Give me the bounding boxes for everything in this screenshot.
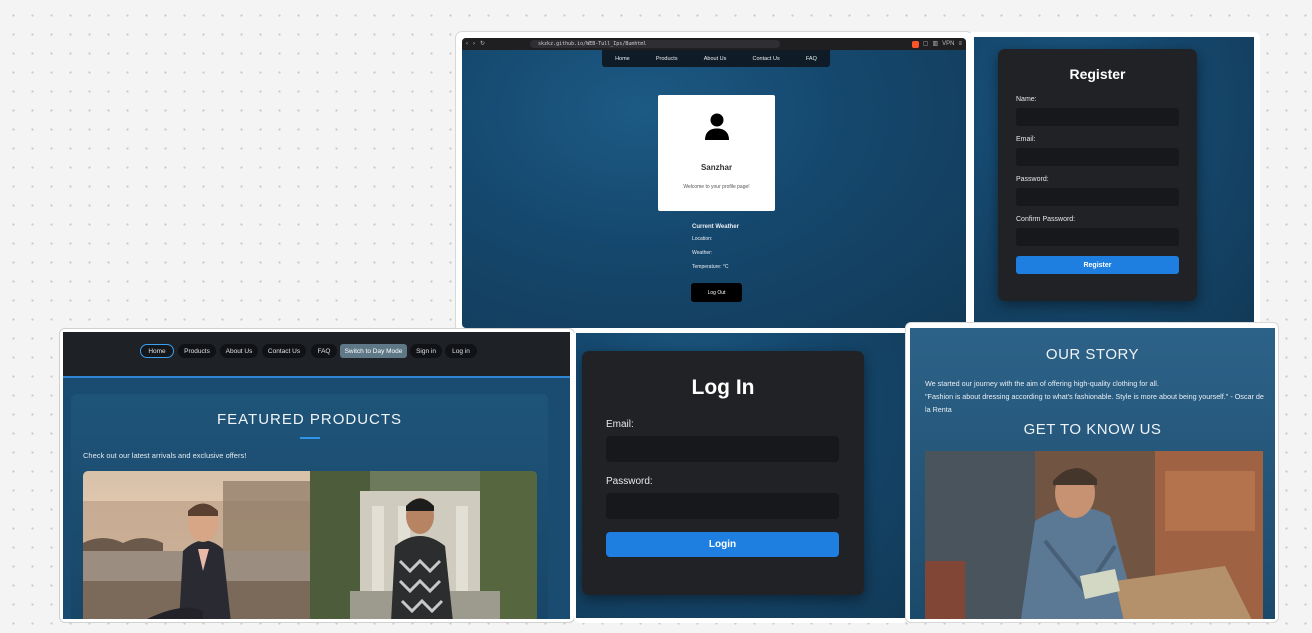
forward-icon[interactable]: › <box>473 41 475 47</box>
name-field[interactable] <box>1016 108 1179 126</box>
register-title: Register <box>1069 66 1126 82</box>
weather-temperature: Temperature: °C <box>692 264 729 270</box>
reload-icon[interactable]: ↻ <box>480 41 485 47</box>
email-field[interactable] <box>1016 148 1179 166</box>
extensions-icon[interactable]: ▢ <box>923 41 929 47</box>
nav-about[interactable]: About Us <box>704 56 727 62</box>
nav-contact[interactable]: Contact Us <box>262 344 306 358</box>
featured-screenshot: Home Products About Us Contact Us FAQ Sw… <box>63 332 570 619</box>
story-photo <box>925 451 1263 619</box>
login-card: Log In Email: Password: Login <box>574 328 908 623</box>
register-button[interactable]: Register <box>1016 256 1179 274</box>
register-form: Register Name: Email: Password: Confirm … <box>998 49 1197 301</box>
password-label: Password: <box>1016 176 1049 183</box>
product-photo-shirt[interactable] <box>310 471 537 619</box>
featured-panel: FEATURED PRODUCTS Check out our latest a… <box>71 394 548 619</box>
sidebar-icon[interactable]: ▥ <box>932 41 938 47</box>
nav-products[interactable]: Products <box>178 344 216 358</box>
email-label: Email: <box>1016 136 1036 143</box>
story-intro: We started our journey with the aim of o… <box>925 379 1159 388</box>
address-bar[interactable]: skzkz.github.io/WEB-Tull_Ips/Bumhtml <box>530 40 781 48</box>
nav-home[interactable]: Home <box>140 344 174 358</box>
main-nav: Home Products About Us Contact Us FAQ Sw… <box>63 332 570 378</box>
password-field[interactable] <box>606 493 839 519</box>
nav-products[interactable]: Products <box>656 56 678 62</box>
user-icon <box>705 113 729 140</box>
weather-location: Location: <box>692 236 713 242</box>
know-us-title: GET TO KNOW US <box>1023 421 1162 438</box>
day-mode-toggle[interactable]: Switch to Day Mode <box>340 344 407 358</box>
story-screenshot: OUR STORY We started our journey with th… <box>910 328 1275 619</box>
product-photo-suit[interactable] <box>83 471 310 619</box>
confirm-password-label: Confirm Password: <box>1016 216 1076 223</box>
nav-faq[interactable]: FAQ <box>806 56 817 62</box>
email-field[interactable] <box>606 436 839 462</box>
product-photo-row <box>83 471 537 619</box>
profile-box: Sanzhar Welcome to your profile page! <box>658 95 775 211</box>
featured-title: FEATURED PRODUCTS <box>216 411 403 428</box>
nav-log-in[interactable]: Log in <box>445 344 477 358</box>
login-button[interactable]: Login <box>606 532 839 557</box>
nav-contact[interactable]: Contact Us <box>753 56 780 62</box>
title-underline <box>300 437 320 439</box>
nav-faq[interactable]: FAQ <box>311 344 337 358</box>
login-title: Log In <box>691 376 755 399</box>
profile-name: Sanzhar <box>700 163 733 172</box>
browser-toolbar: ‹ › ↻ skzkz.github.io/WEB-Tull_Ips/Bumht… <box>462 38 966 50</box>
garden-scene-image <box>310 471 537 619</box>
nav-sign-in[interactable]: Sign in <box>410 344 442 358</box>
register-screenshot: Register Name: Email: Password: Confirm … <box>974 37 1254 323</box>
logout-button[interactable]: Log Out <box>691 283 742 302</box>
profile-welcome: Welcome to your profile page! <box>683 184 750 190</box>
login-screenshot: Log In Email: Password: Login <box>576 333 905 618</box>
profile-page-card: ‹ › ↻ skzkz.github.io/WEB-Tull_Ips/Bumht… <box>456 32 972 332</box>
password-label: Password: <box>606 476 653 487</box>
password-field[interactable] <box>1016 188 1179 206</box>
login-form: Log In Email: Password: Login <box>582 351 864 595</box>
vpn-badge[interactable]: VPN <box>942 41 954 47</box>
story-quote: "Fashion is about dressing according to … <box>925 392 1264 414</box>
weather-condition: Weather: <box>692 250 713 256</box>
profile-nav: Home Products About Us Contact Us FAQ <box>602 50 830 67</box>
featured-products-card: Home Products About Us Contact Us FAQ Sw… <box>59 328 575 623</box>
river-scene-image <box>83 471 310 619</box>
back-icon[interactable]: ‹ <box>466 41 468 47</box>
our-story-card: OUR STORY We started our journey with th… <box>905 322 1279 623</box>
menu-icon[interactable]: ≡ <box>958 41 962 47</box>
story-title: OUR STORY <box>1045 346 1140 363</box>
register-card: Register Name: Email: Password: Confirm … <box>968 32 1260 328</box>
shopper-scene-image <box>925 451 1263 619</box>
profile-screenshot: ‹ › ↻ skzkz.github.io/WEB-Tull_Ips/Bumht… <box>462 38 966 328</box>
confirm-password-field[interactable] <box>1016 228 1179 246</box>
nav-about[interactable]: About Us <box>220 344 258 358</box>
email-label: Email: <box>606 419 634 430</box>
featured-subtitle: Check out our latest arrivals and exclus… <box>83 451 247 460</box>
weather-title: Current Weather <box>692 224 739 230</box>
name-label: Name: <box>1016 96 1037 103</box>
weather-widget: Current Weather Location: Weather: Tempe… <box>692 224 739 278</box>
brave-shield-icon[interactable] <box>911 40 919 48</box>
nav-home[interactable]: Home <box>615 56 630 62</box>
